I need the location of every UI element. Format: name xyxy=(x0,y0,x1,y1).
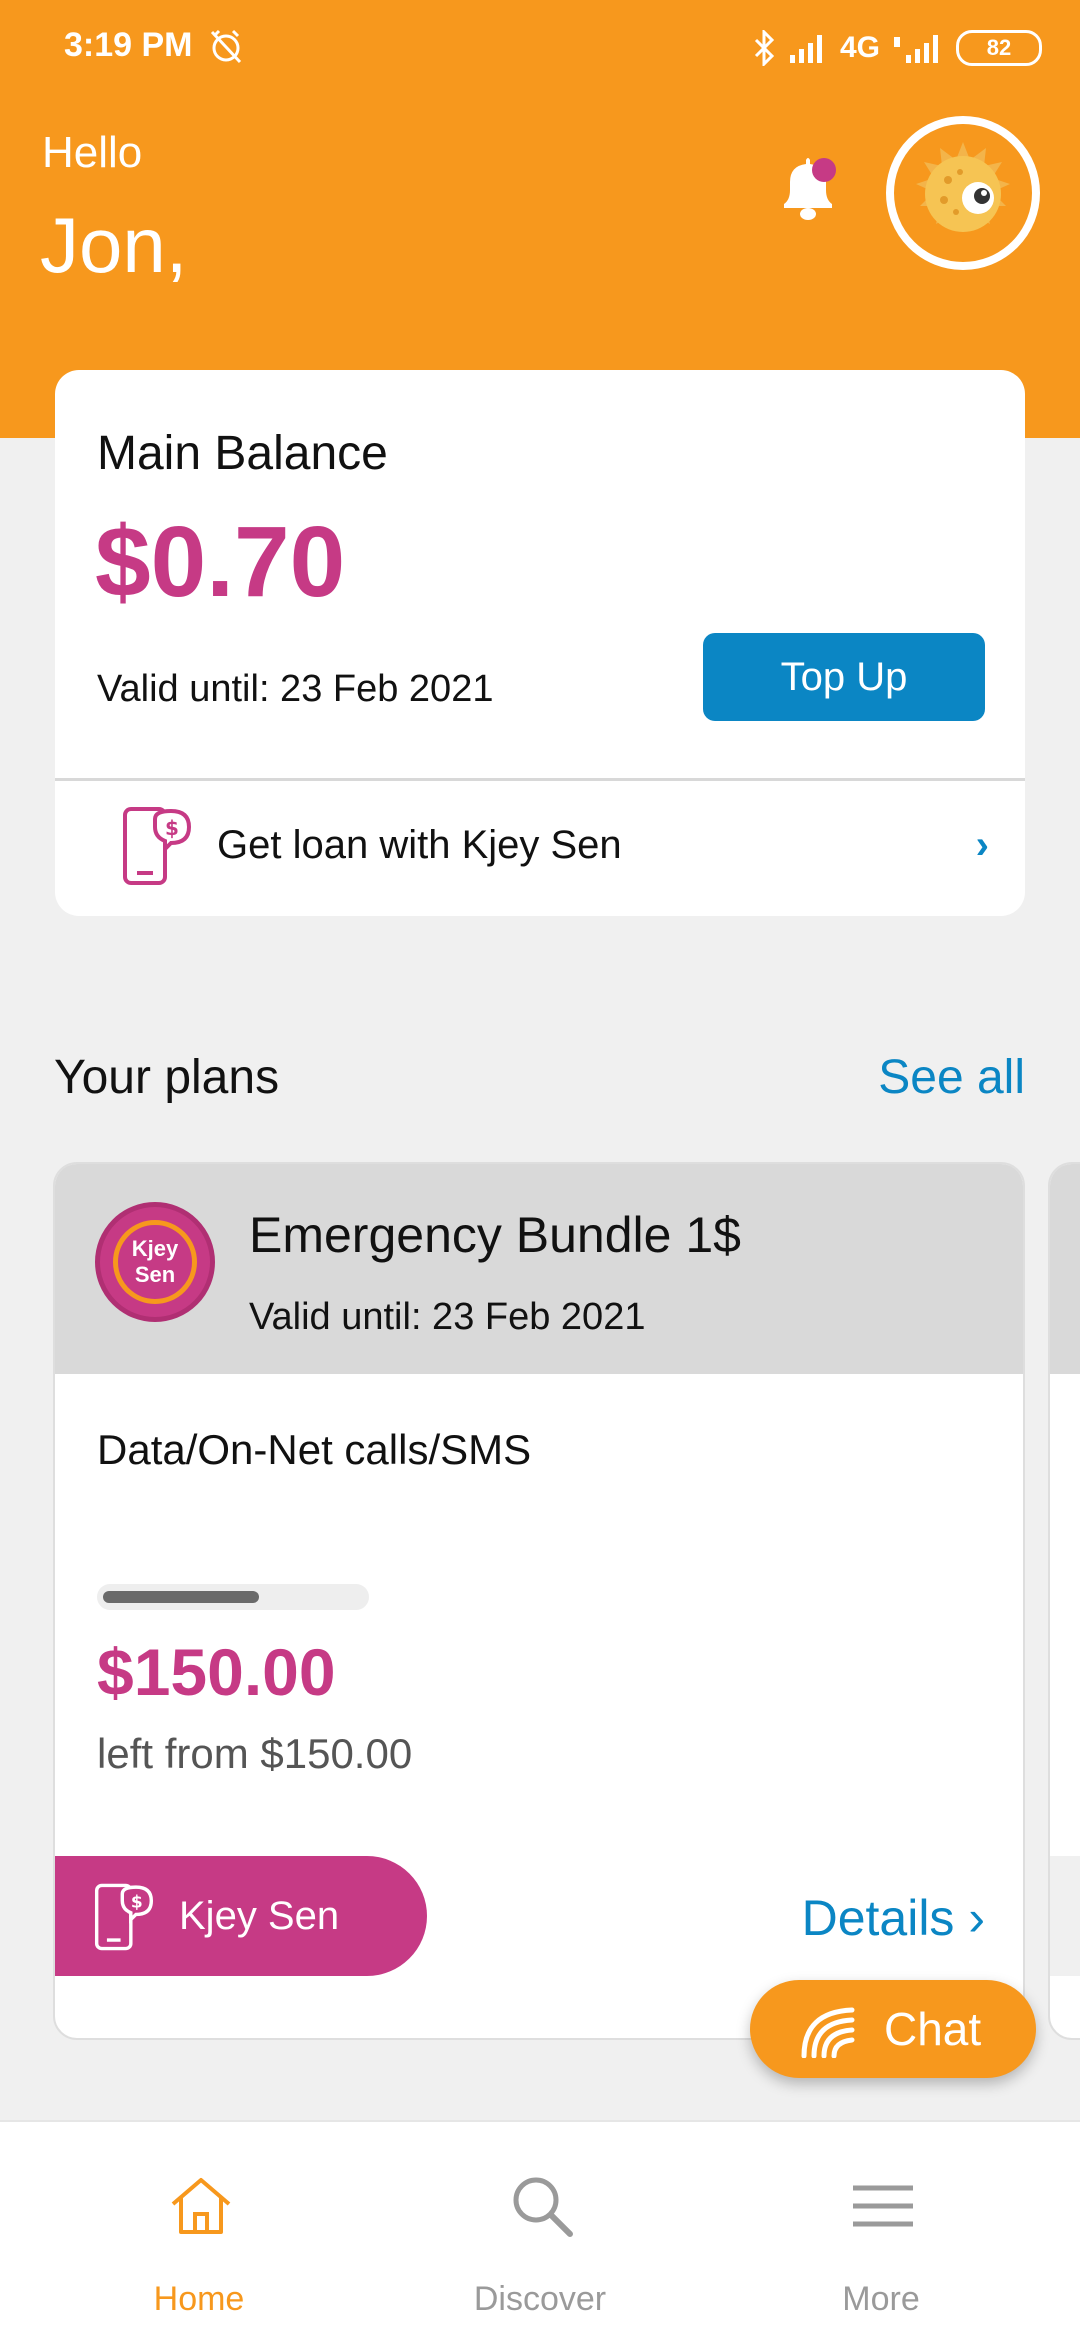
chat-button[interactable]: Chat xyxy=(750,1980,1036,2078)
logo-text-line2: Sen xyxy=(134,1262,176,1287)
plan-name: Emergency Bundle 1$ xyxy=(249,1207,741,1263)
phone-loan-icon: $ xyxy=(123,807,192,885)
network-type: 4G xyxy=(839,31,880,64)
see-all-link[interactable]: See all xyxy=(878,1050,1025,1105)
notification-bell-icon[interactable] xyxy=(770,150,846,230)
nav-discover[interactable]: Discover xyxy=(430,2122,650,2340)
menu-icon xyxy=(853,2185,913,2227)
chevron-right-icon: › xyxy=(975,823,989,867)
status-icons: 4G 82 xyxy=(752,26,1042,70)
details-label: Details xyxy=(801,1890,955,1946)
phone-loan-icon: $ xyxy=(94,1883,154,1951)
nav-home[interactable]: Home xyxy=(89,2122,309,2340)
plans-section-title: Your plans xyxy=(54,1051,280,1104)
battery-indicator: 82 xyxy=(956,30,1042,66)
bluetooth-icon xyxy=(754,30,775,66)
plan-amount-left: $150.00 xyxy=(97,1635,336,1709)
chat-label: Chat xyxy=(884,2003,982,2055)
avatar-monster-icon xyxy=(916,142,1010,232)
nav-discover-label: Discover xyxy=(473,2280,607,2318)
usage-progress-bar xyxy=(97,1584,369,1610)
plan-valid-until: Valid until: 23 Feb 2021 xyxy=(249,1296,646,1338)
svg-text:$: $ xyxy=(165,816,179,840)
status-bar: 3:19 PM 4G 82 xyxy=(0,0,1080,96)
nav-more[interactable]: More xyxy=(771,2122,991,2340)
status-time: 3:19 PM xyxy=(64,26,193,64)
balance-card: Main Balance $0.70 Valid until: 23 Feb 2… xyxy=(55,370,1025,916)
nav-more-label: More xyxy=(842,2280,920,2318)
top-up-button[interactable]: Top Up xyxy=(703,633,985,721)
nav-home-label: Home xyxy=(153,2280,245,2318)
greeting-hello: Hello xyxy=(42,128,143,177)
kjey-sen-button-label: Kjey Sen xyxy=(179,1894,340,1938)
get-loan-row[interactable]: $ Get loan with Kjey Sen › xyxy=(55,781,1025,916)
avatar[interactable] xyxy=(886,116,1040,270)
kjey-sen-button[interactable]: $ Kjey Sen xyxy=(55,1856,427,1976)
signal-roaming-icon xyxy=(894,35,938,63)
plan-card[interactable]: Kjey Sen Emergency Bundle 1$ Valid until… xyxy=(53,1162,1025,2040)
plan-left-from: left from $150.00 xyxy=(97,1730,413,1777)
svg-text:$: $ xyxy=(131,1893,143,1913)
plan-header: Kjey Sen Emergency Bundle 1$ Valid until… xyxy=(55,1164,1023,1374)
usage-progress-fill xyxy=(103,1591,259,1603)
get-loan-label: Get loan with Kjey Sen xyxy=(217,823,622,867)
logo-text-line1: Kjey xyxy=(131,1236,179,1261)
greeting-name: Jon, xyxy=(40,201,188,289)
search-icon xyxy=(513,2177,573,2237)
next-plan-card-peek[interactable] xyxy=(1048,1162,1080,2040)
chevron-right-icon: › xyxy=(968,1890,985,1946)
balance-valid-until: Valid until: 23 Feb 2021 xyxy=(97,668,494,710)
balance-title: Main Balance xyxy=(97,427,388,480)
signal-icon xyxy=(789,35,822,63)
alarm-off-icon xyxy=(210,29,242,64)
home-icon xyxy=(171,2178,231,2234)
balance-amount: $0.70 xyxy=(95,506,346,618)
bottom-navigation: Home Discover More xyxy=(0,2120,1080,2340)
chat-waves-icon xyxy=(801,2007,855,2058)
plan-service-type: Data/On-Net calls/SMS xyxy=(97,1426,532,1473)
kjey-sen-logo: Kjey Sen xyxy=(95,1202,215,1322)
details-link[interactable]: Details › xyxy=(802,1889,985,1947)
